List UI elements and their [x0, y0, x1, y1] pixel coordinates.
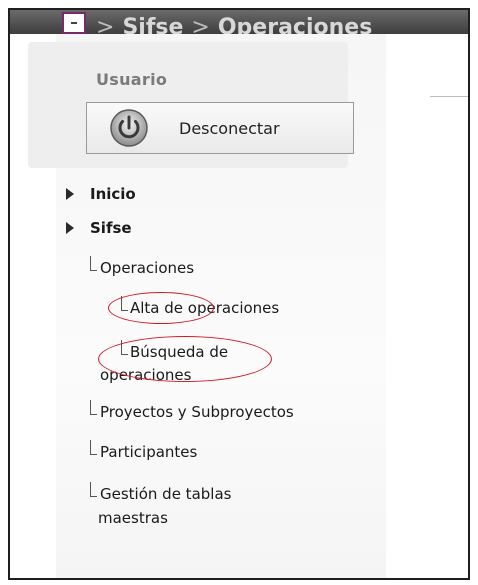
tree-item-operaciones[interactable]: Operaciones — [100, 257, 194, 279]
power-icon — [110, 109, 148, 147]
tree-connector — [90, 256, 97, 271]
logout-label: Desconectar — [179, 118, 280, 138]
tree-connector — [90, 440, 97, 455]
content-divider — [430, 96, 468, 97]
main-frame: > Sifse > Operaciones — [8, 8, 470, 580]
tree-item-participantes[interactable]: Participantes — [100, 441, 197, 463]
logout-button[interactable]: Desconectar — [86, 102, 354, 154]
tree-item-alta-operaciones[interactable]: Alta de operaciones — [130, 297, 279, 319]
menu-item-sifse[interactable]: Sifse — [66, 219, 132, 237]
breadcrumb-item-sifse[interactable]: Sifse — [122, 16, 183, 35]
header-bar: > Sifse > Operaciones — [10, 10, 468, 34]
menu-item-inicio[interactable]: Inicio — [66, 185, 136, 203]
breadcrumb-separator: > — [191, 15, 210, 35]
tree-connector — [90, 482, 97, 497]
tree-connector — [90, 400, 97, 415]
breadcrumb: > Sifse > Operaciones — [96, 15, 372, 35]
menu-item-label: Sifse — [90, 219, 132, 237]
tree-item-busqueda-operaciones[interactable]: Búsqueda de — [130, 341, 228, 363]
arrow-right-icon — [66, 222, 74, 234]
tree-item-busqueda-operaciones-cont[interactable]: operaciones — [100, 364, 191, 386]
user-panel-title: Usuario — [96, 70, 168, 89]
menu-toggle-button[interactable] — [62, 12, 86, 34]
breadcrumb-separator: > — [96, 15, 115, 35]
arrow-right-icon — [66, 188, 74, 200]
breadcrumb-item-operaciones[interactable]: Operaciones — [218, 16, 372, 35]
tree-item-gestion-tablas[interactable]: Gestión de tablas — [100, 483, 231, 505]
tree-item-gestion-tablas-cont[interactable]: maestras — [98, 507, 168, 529]
tree-item-proyectos-subproyectos[interactable]: Proyectos y Subproyectos — [100, 401, 294, 423]
tree-item-label: Búsqueda de — [130, 343, 229, 361]
tree-connector — [121, 296, 128, 311]
menu-item-label: Inicio — [90, 185, 136, 203]
tree-connector — [121, 340, 128, 355]
